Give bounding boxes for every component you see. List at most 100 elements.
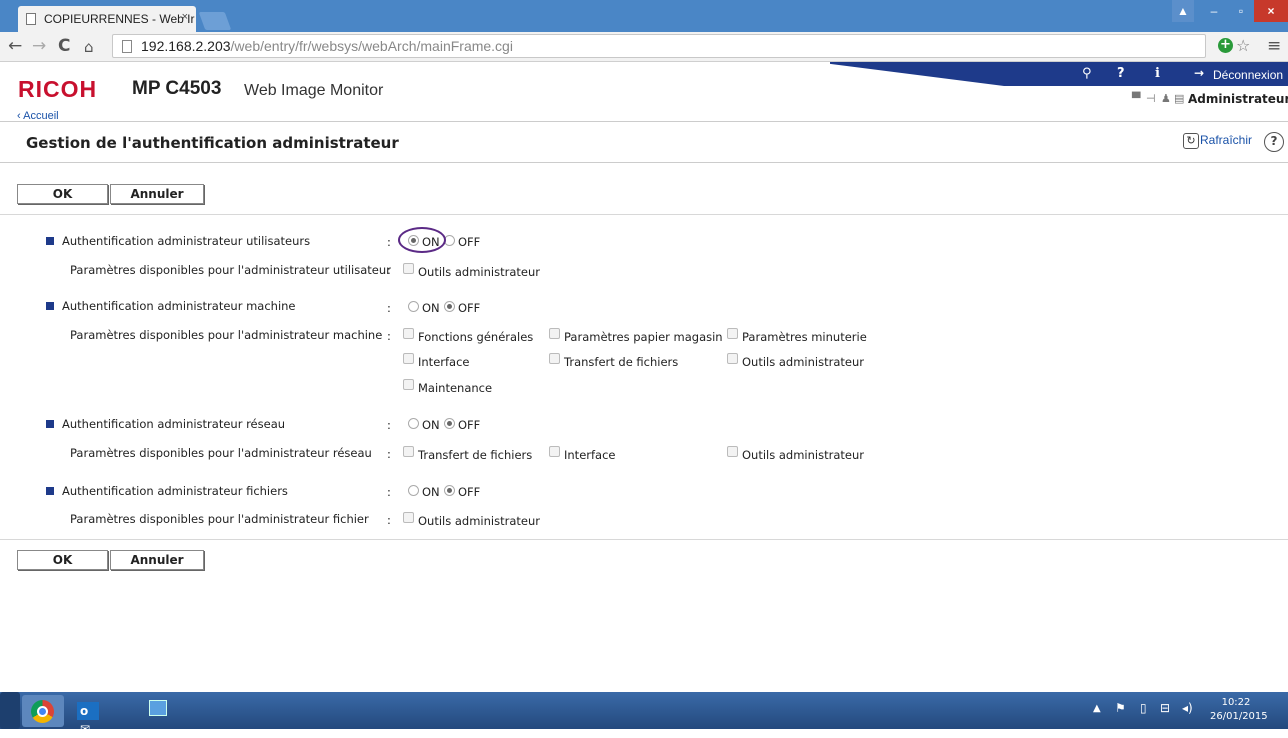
files-params-label: Paramètres disponibles pour l'administra… [70,512,369,526]
bookmark-star-icon[interactable]: ☆ [1236,36,1250,55]
current-user: Administrateur [1188,92,1288,106]
option-label: Outils administrateur [742,448,864,462]
clock[interactable]: 10:22 26/01/2015 [1210,696,1268,724]
bullet-icon [46,302,54,310]
taskbar-network-app[interactable] [138,695,180,727]
option-label: Outils administrateur [418,514,540,528]
close-window-button[interactable]: × [1254,0,1288,22]
users-params-label: Paramètres disponibles pour l'administra… [70,263,391,277]
machine-off-radio[interactable] [444,301,455,312]
bullet-icon [46,420,54,428]
files-off-radio[interactable] [444,485,455,496]
user-icon[interactable]: ▲ [1172,0,1194,22]
files-opt-admin-tools-checkbox[interactable] [403,512,414,523]
network-opt-checkbox[interactable] [549,446,560,457]
tray-chevron-icon[interactable]: ▲ [1093,703,1101,714]
colon: : [387,418,391,432]
machine-opt-checkbox[interactable] [549,353,560,364]
minimize-button[interactable]: – [1200,0,1228,22]
product-name: Web Image Monitor [244,82,384,99]
divider [0,214,1288,215]
machine-opt-checkbox[interactable] [403,328,414,339]
ok-button-bottom[interactable]: OK [17,550,108,570]
taskbar-outlook[interactable]: o ✉ [67,695,109,736]
user-status-icon: ♟ [1161,92,1171,105]
forward-icon[interactable]: → [32,36,46,56]
page-icon [26,13,36,25]
machine-on-label: ON [422,301,440,315]
option-label: Paramètres papier magasin [564,330,723,344]
help-menu-icon[interactable]: ? [1117,66,1125,81]
outlook-icon: o ✉ [77,702,99,736]
tab-close-icon[interactable]: × [182,11,188,23]
logout-icon[interactable]: → [1194,66,1204,80]
flag-icon[interactable]: ⚑ [1115,701,1126,715]
machine-opt-checkbox[interactable] [403,353,414,364]
document-icon: ▤ [1174,92,1185,105]
users-off-label: OFF [458,235,481,249]
computer-icon [149,700,167,716]
network-on-radio[interactable] [408,418,419,429]
machine-opt-checkbox[interactable] [727,353,738,364]
cancel-button[interactable]: Annuler [110,184,204,204]
option-label: Fonctions générales [418,330,534,344]
help-icon[interactable]: ? [1264,132,1284,152]
files-on-radio[interactable] [408,485,419,496]
network-opt-checkbox[interactable] [727,446,738,457]
reload-icon[interactable]: C [58,36,70,56]
machine-opt-checkbox[interactable] [549,328,560,339]
option-label: Outils administrateur [418,265,540,279]
maximize-button[interactable]: ▫ [1228,0,1254,22]
ok-button[interactable]: OK [17,184,108,204]
taskbar-chrome[interactable] [22,695,64,727]
search-icon[interactable]: ⚲ [1082,66,1092,81]
option-label: Maintenance [418,381,493,395]
option-label: Transfert de fichiers [564,355,679,369]
network-opt-checkbox[interactable] [403,446,414,457]
bullet-icon [46,237,54,245]
start-button[interactable] [0,692,20,729]
divider [0,539,1288,540]
browser-tab[interactable]: COPIEURRENNES - Web Ir × [18,6,196,32]
bullet-icon [46,487,54,495]
page-title: Gestion de l'authentification administra… [26,134,399,152]
network-tray-icon[interactable]: ⊟ [1160,701,1170,715]
back-icon[interactable]: ← [8,36,22,56]
menu-icon[interactable]: ≡ [1267,36,1281,56]
address-bar[interactable]: 192.168.2.203/web/entry/fr/websys/webArc… [112,34,1206,58]
url-host: 192.168.2.203 [141,38,231,54]
machine-opt-checkbox[interactable] [403,379,414,390]
model-name: MP C4503 [132,78,222,99]
url-path: /web/entry/fr/websys/webArch/mainFrame.c… [230,38,513,54]
tab-title: COPIEURRENNES - Web Ir [44,12,195,26]
option-label: Outils administrateur [742,355,864,369]
page-info-icon [122,40,132,53]
machine-on-radio[interactable] [408,301,419,312]
network-auth-label: Authentification administrateur réseau [62,417,286,431]
colon: : [387,263,391,277]
refresh-button[interactable]: ↻ Rafraîchir [1183,133,1252,149]
users-opt-admin-tools-checkbox[interactable] [403,263,414,274]
users-auth-label: Authentification administrateur utilisat… [62,234,311,248]
volume-icon[interactable]: ◂) [1182,701,1193,715]
machine-auth-label: Authentification administrateur machine [62,299,296,313]
machine-opt-checkbox[interactable] [727,328,738,339]
home-icon[interactable]: ⌂ [84,38,94,56]
network-icon: ⊣ [1146,92,1156,105]
refresh-icon: ↻ [1183,133,1199,149]
battery-icon[interactable]: ▯ [1140,701,1147,715]
network-off-radio[interactable] [444,418,455,429]
files-auth-label: Authentification administrateur fichiers [62,484,288,498]
time: 10:22 [1221,697,1251,708]
network-params-label: Paramètres disponibles pour l'administra… [70,446,372,460]
logout-link[interactable]: Déconnexion [1213,68,1283,82]
colon: : [387,235,391,249]
option-label: Transfert de fichiers [418,448,533,462]
extension-add-icon[interactable]: + [1218,38,1233,53]
info-icon[interactable]: i [1155,66,1160,81]
network-off-label: OFF [458,418,481,432]
lock-icon: ▀ [1132,92,1141,105]
cancel-button-bottom[interactable]: Annuler [110,550,204,570]
refresh-label: Rafraîchir [1200,133,1253,148]
colon: : [387,513,391,527]
